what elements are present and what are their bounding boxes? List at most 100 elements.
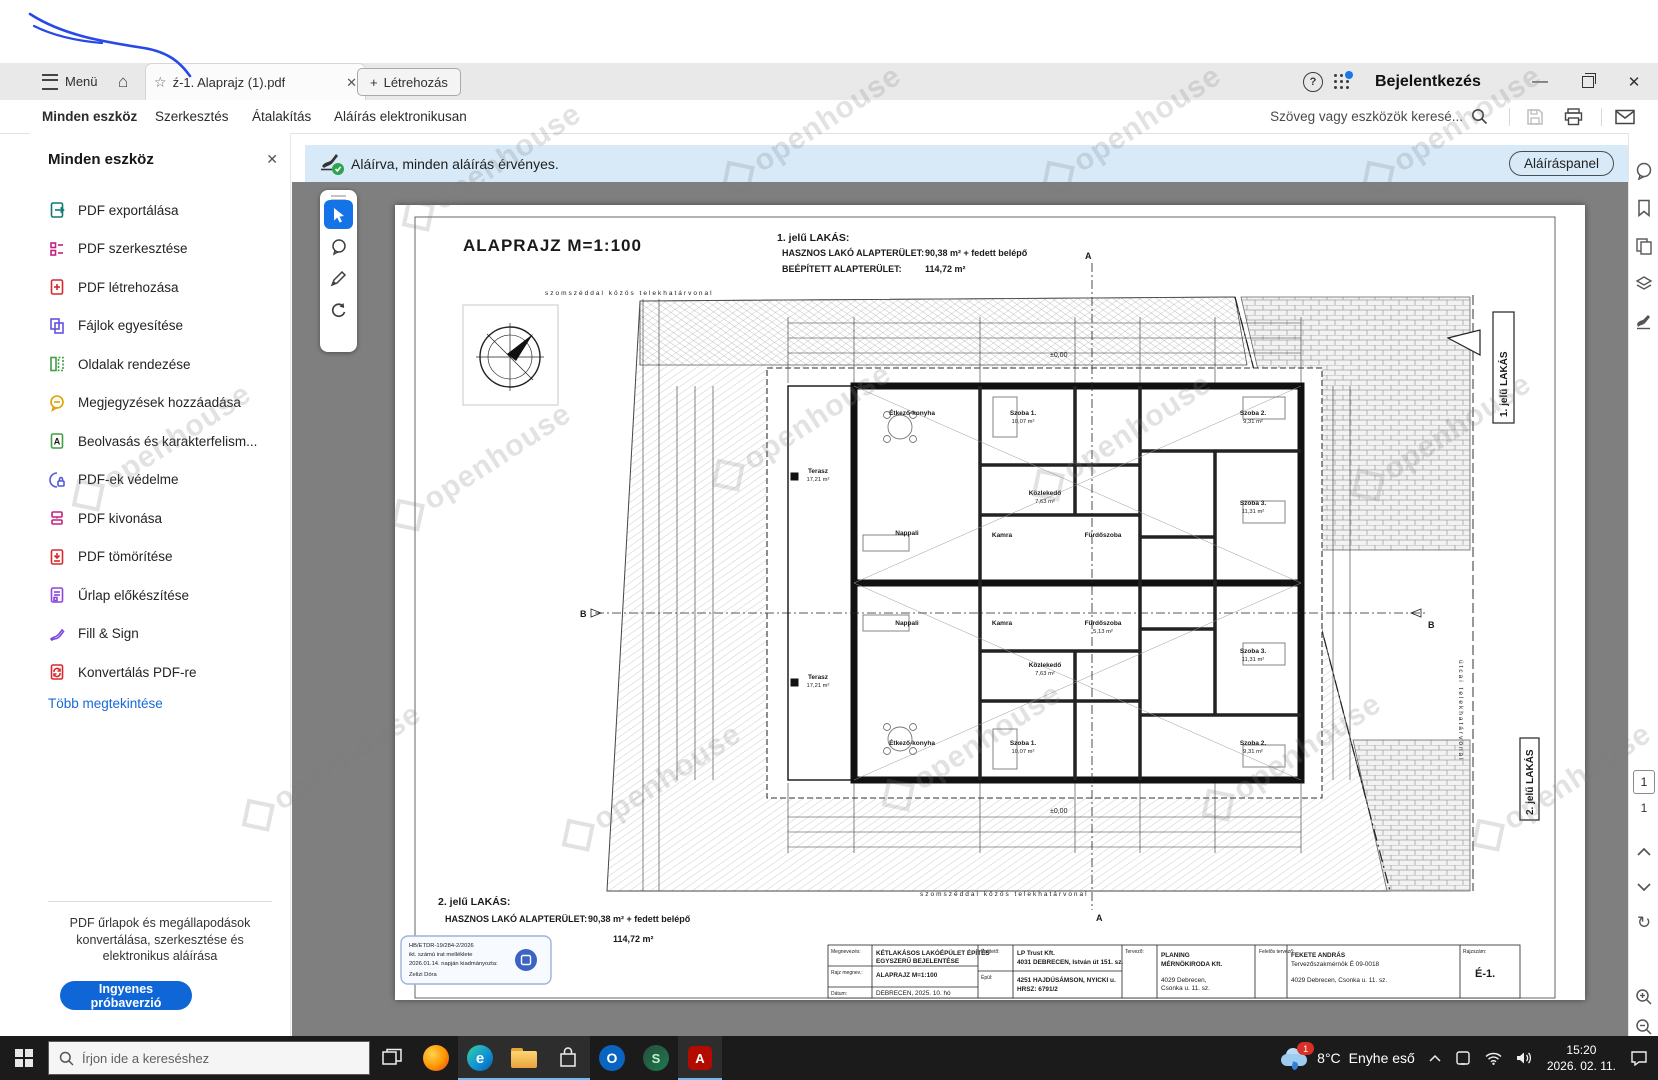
taskbar-store-icon[interactable] <box>546 1036 590 1080</box>
sidebar-item-protect-pdf[interactable]: PDF-ek védelme <box>48 465 278 495</box>
taskbar: Írjon ide a kereséshez e OSA 1 8°C Enyhe … <box>0 1036 1658 1080</box>
sidebar-item-add-comments[interactable]: Megjegyzések hozzáadása <box>48 388 278 418</box>
tab-close-icon[interactable]: ✕ <box>346 75 357 91</box>
sidebar-item-extract-pdf[interactable]: PDF kivonása <box>48 503 278 533</box>
action-center-icon[interactable] <box>1630 1050 1648 1066</box>
help-button[interactable]: ? <box>1303 63 1323 100</box>
menu-button[interactable]: Menü <box>42 63 98 100</box>
taskbar-search[interactable]: Írjon ide a kereséshez <box>48 1041 370 1075</box>
svg-text:11,31 m²: 11,31 m² <box>1242 509 1265 515</box>
right-rail: 1 1 ↻ <box>1628 133 1658 1036</box>
svg-text:HB/ETDR-19/284-2/2026: HB/ETDR-19/284-2/2026 <box>409 943 474 949</box>
svg-text:MÉRNÖKIRODA Kft.: MÉRNÖKIRODA Kft. <box>1161 959 1222 968</box>
menu-button-label: Menü <box>65 74 98 89</box>
unit2-heading: 2. jelű LAKÁS: <box>438 895 510 908</box>
svg-text:4029 Debrecen,: 4029 Debrecen, <box>1161 977 1207 984</box>
print-icon[interactable] <box>1562 106 1584 128</box>
svg-text:A: A <box>54 437 61 447</box>
page-total: 1 <box>1629 801 1658 815</box>
tray-chevron-up-icon[interactable] <box>1429 1054 1441 1062</box>
weather-icon: 1 <box>1279 1048 1309 1068</box>
select-tool[interactable] <box>324 200 353 229</box>
restore-button[interactable] <box>1576 63 1600 100</box>
taskbar-acrobat-icon[interactable]: A <box>678 1036 722 1080</box>
chevron-up-icon[interactable] <box>1632 839 1656 863</box>
svg-text:Zelizi Dóra: Zelizi Dóra <box>409 972 437 978</box>
sidebar-item-convert-pdf[interactable]: Konvertálás PDF-re <box>48 657 278 687</box>
close-button[interactable]: ✕ <box>1622 63 1646 100</box>
view-more-link[interactable]: Több megtekintése <box>48 696 163 711</box>
taskbar-explorer-icon[interactable] <box>502 1036 546 1080</box>
create-button[interactable]: + Létrehozás <box>357 68 461 96</box>
etdr-stamp[interactable]: HB/ETDR-19/284-2/2026 ikt. számú irat me… <box>401 936 551 984</box>
signature-message: Aláírva, minden aláírás érvényes. <box>351 156 559 172</box>
taskbar-app-icon[interactable]: S <box>634 1036 678 1080</box>
sidebar-item-pdf-export[interactable]: PDF exportálása <box>48 195 278 225</box>
all-tools-panel: Minden eszköz ✕ PDF exportálása PDF szer… <box>30 133 291 1036</box>
zoom-in-icon[interactable] <box>1632 985 1656 1009</box>
pdf-page[interactable]: ALAPRAJZ M=1:100 1. jelű LAKÁS: HASZNOS … <box>395 205 1585 1000</box>
svg-text:Terasz: Terasz <box>808 674 829 681</box>
tab-esign[interactable]: Aláírás elektronikusan <box>334 100 467 133</box>
attachments-icon[interactable] <box>1632 234 1656 258</box>
undo-tool[interactable] <box>324 296 353 325</box>
wifi-icon[interactable] <box>1485 1052 1502 1065</box>
grid-icon <box>1334 74 1350 90</box>
sidebar-item-prepare-form[interactable]: Űrlap előkészítése <box>48 580 278 610</box>
bookmarks-icon[interactable] <box>1632 196 1656 220</box>
app-grid-button[interactable] <box>1334 63 1350 100</box>
free-trial-button[interactable]: Ingyenes próbaverzió <box>60 981 192 1010</box>
compress-pdf-icon <box>48 548 66 566</box>
sidebar-item-pdf-create[interactable]: PDF létrehozása <box>48 272 278 302</box>
svg-text:7,63 m²: 7,63 m² <box>1035 671 1055 677</box>
sidebar-item-scan-ocr[interactable]: A Beolvasás és karakterfelism... <box>48 426 278 456</box>
chevron-down-icon[interactable] <box>1632 875 1656 899</box>
palette-grip[interactable] <box>331 195 346 197</box>
signin-button[interactable]: Bejelentkezés <box>1375 63 1481 100</box>
clock[interactable]: 15:20 2026. 02. 11. <box>1547 1042 1616 1074</box>
organize-pages-icon <box>48 355 66 373</box>
signature-panel-button[interactable]: Aláíráspanel <box>1509 151 1614 176</box>
unit1-heading: 1. jelű LAKÁS: <box>777 231 849 244</box>
taskbar-outlook-icon[interactable]: O <box>590 1036 634 1080</box>
svg-text:Rajzszám:: Rajzszám: <box>1463 949 1486 955</box>
system-tray: 1 8°C Enyhe eső 15:20 2026. 02. 11. <box>1279 1042 1658 1074</box>
sidebar-item-compress-pdf[interactable]: PDF tömörítése <box>48 542 278 572</box>
sidebar-item-fill-sign[interactable]: Fill & Sign <box>48 619 278 649</box>
taskbar-task-view-icon[interactable] <box>370 1036 414 1080</box>
tab-all-tools[interactable]: Minden eszköz <box>42 100 137 136</box>
weather-widget[interactable]: 1 8°C Enyhe eső <box>1279 1048 1415 1068</box>
search-button[interactable]: Szöveg vagy eszközök keresé... <box>1270 100 1488 133</box>
svg-text:Felelős tervező:: Felelős tervező: <box>1259 949 1294 955</box>
refresh-icon[interactable]: ↻ <box>1632 911 1656 935</box>
unit1-built-label: BEÉPÍTETT ALAPTERÜLET: <box>782 264 902 274</box>
page-number-box[interactable]: 1 <box>1633 770 1655 794</box>
draw-tool[interactable] <box>324 264 353 293</box>
mail-icon[interactable] <box>1614 106 1636 128</box>
taskbar-edge-icon[interactable]: e <box>458 1036 502 1080</box>
tab-edit[interactable]: Szerkesztés <box>155 100 229 133</box>
volume-icon[interactable] <box>1516 1051 1533 1065</box>
svg-text:ALAPRAJZ M=1:100: ALAPRAJZ M=1:100 <box>876 972 938 979</box>
document-tab[interactable]: ☆ ź-1. Alaprajz (1).pdf ✕ <box>145 63 366 101</box>
start-button[interactable] <box>0 1036 48 1080</box>
save-icon[interactable] <box>1524 106 1546 128</box>
star-icon[interactable]: ☆ <box>154 74 167 91</box>
tab-title: ź-1. Alaprajz (1).pdf <box>173 75 286 90</box>
signatures-icon[interactable] <box>1632 310 1656 334</box>
svg-text:Közlekedő: Közlekedő <box>1029 662 1062 669</box>
home-button[interactable]: ⌂ <box>118 63 128 100</box>
comments-icon[interactable] <box>1632 159 1656 183</box>
svg-text:HRSZ: 6791/2: HRSZ: 6791/2 <box>1017 986 1058 993</box>
add-comment-tool[interactable] <box>324 232 353 261</box>
layers-icon[interactable] <box>1632 272 1656 296</box>
sidebar-item-combine-files[interactable]: Fájlok egyesítése <box>48 311 278 341</box>
panel-close-icon[interactable]: ✕ <box>266 151 278 168</box>
sidebar-item-pdf-edit[interactable]: PDF szerkesztése <box>48 234 278 264</box>
minimize-button[interactable]: — <box>1528 63 1552 100</box>
sidebar-item-organize-pages[interactable]: Oldalak rendezése <box>48 349 278 379</box>
taskbar-firefox-icon[interactable] <box>414 1036 458 1080</box>
svg-text:Dátum:: Dátum: <box>831 991 847 997</box>
tab-convert[interactable]: Átalakítás <box>252 100 311 133</box>
tablet-mode-icon[interactable] <box>1455 1051 1471 1065</box>
